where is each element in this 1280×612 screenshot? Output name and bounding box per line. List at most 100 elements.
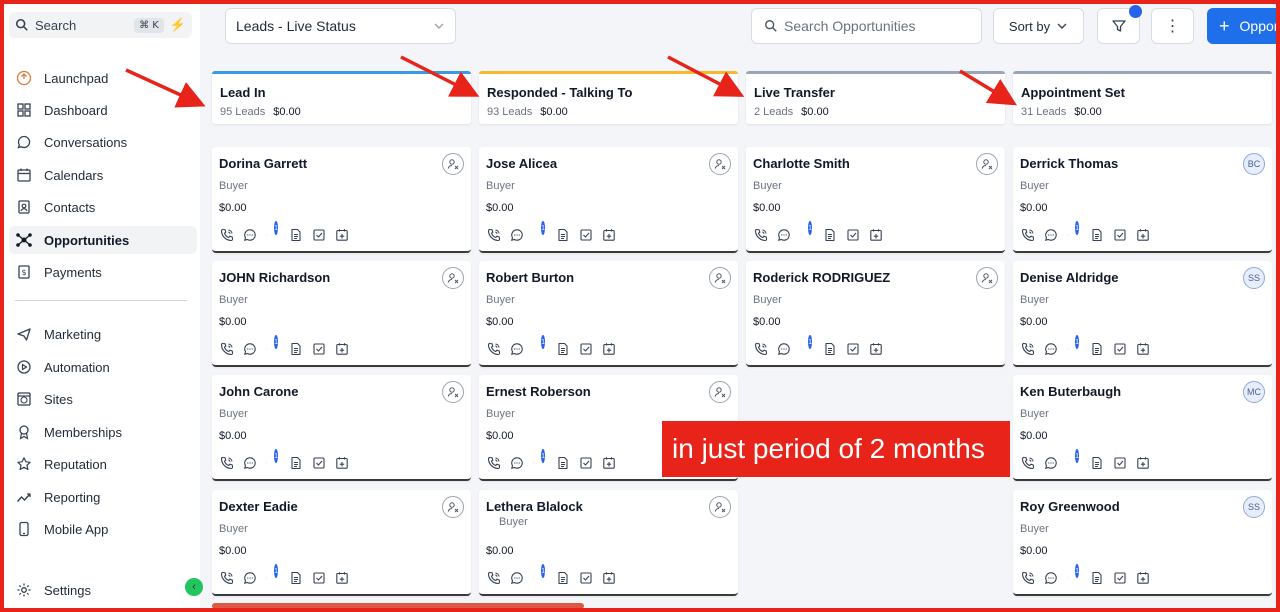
phone-icon[interactable] <box>487 456 501 470</box>
contact-name[interactable]: Charlotte Smith <box>753 156 850 171</box>
contact-name[interactable]: Dorina Garrett <box>219 156 307 171</box>
calendar-add-icon[interactable] <box>869 228 883 242</box>
contact-name[interactable]: Roderick RODRIGUEZ <box>753 270 890 285</box>
message-icon[interactable] <box>243 456 257 470</box>
opportunity-card[interactable]: Roderick RODRIGUEZ Buyer $0.00 1 <box>746 261 1005 367</box>
sidebar-item-sites[interactable]: Sites <box>9 385 197 413</box>
task-icon[interactable] <box>846 228 860 242</box>
calendar-add-icon[interactable] <box>1136 342 1150 356</box>
add-opportunity-button[interactable]: + Oppor <box>1207 8 1280 44</box>
calendar-add-icon[interactable] <box>1136 571 1150 585</box>
stage-header[interactable]: Lead In 95 Leads $0.00 <box>212 71 471 124</box>
message-icon[interactable] <box>510 342 524 356</box>
more-options-button[interactable]: ⋮ <box>1151 8 1194 44</box>
assign-user-icon[interactable] <box>442 267 464 289</box>
tag-icon[interactable]: 1 <box>533 221 547 242</box>
tag-icon[interactable]: 1 <box>533 449 547 470</box>
sidebar-item-dashboard[interactable]: Dashboard <box>9 96 197 124</box>
calendar-add-icon[interactable] <box>1136 228 1150 242</box>
tag-icon[interactable]: 1 <box>266 449 280 470</box>
task-icon[interactable] <box>312 456 326 470</box>
sidebar-item-contacts[interactable]: Contacts <box>9 193 197 221</box>
task-icon[interactable] <box>1113 342 1127 356</box>
note-icon[interactable] <box>1090 571 1104 585</box>
message-icon[interactable] <box>510 228 524 242</box>
opportunity-card[interactable]: Dorina Garrett Buyer $0.00 1 <box>212 147 471 253</box>
horizontal-scrollbar[interactable] <box>212 603 584 609</box>
task-icon[interactable] <box>579 342 593 356</box>
phone-icon[interactable] <box>1021 571 1035 585</box>
tag-icon[interactable]: 1 <box>533 564 547 585</box>
note-icon[interactable] <box>289 456 303 470</box>
assign-user-icon[interactable] <box>709 496 731 518</box>
phone-icon[interactable] <box>220 571 234 585</box>
opportunity-card[interactable]: Charlotte Smith Buyer $0.00 1 <box>746 147 1005 253</box>
sidebar-item-payments[interactable]: $ Payments <box>9 258 197 286</box>
contact-name[interactable]: Roy Greenwood <box>1020 499 1120 514</box>
task-icon[interactable] <box>312 342 326 356</box>
contact-name[interactable]: Robert Burton <box>486 270 574 285</box>
calendar-add-icon[interactable] <box>602 228 616 242</box>
assign-user-icon[interactable] <box>442 381 464 403</box>
message-icon[interactable] <box>243 228 257 242</box>
opportunity-card[interactable]: John Carone Buyer $0.00 1 <box>212 375 471 481</box>
sidebar-item-reputation[interactable]: Reputation <box>9 450 197 478</box>
task-icon[interactable] <box>1113 456 1127 470</box>
task-icon[interactable] <box>312 228 326 242</box>
contact-name[interactable]: Jose Alicea <box>486 156 557 171</box>
message-icon[interactable] <box>243 571 257 585</box>
contact-name[interactable]: JOHN Richardson <box>219 270 330 285</box>
note-icon[interactable] <box>1090 342 1104 356</box>
note-icon[interactable] <box>556 228 570 242</box>
contact-name[interactable]: Denise Aldridge <box>1020 270 1118 285</box>
tag-icon[interactable]: 1 <box>533 335 547 356</box>
pipeline-select[interactable]: Leads - Live Status <box>225 8 456 44</box>
note-icon[interactable] <box>289 342 303 356</box>
note-icon[interactable] <box>1090 228 1104 242</box>
calendar-add-icon[interactable] <box>869 342 883 356</box>
note-icon[interactable] <box>556 571 570 585</box>
opportunity-card[interactable]: Roy Greenwood Buyer $0.00 SS 1 <box>1013 490 1272 596</box>
assign-user-icon[interactable] <box>709 153 731 175</box>
message-icon[interactable] <box>243 342 257 356</box>
assign-user-icon[interactable] <box>442 153 464 175</box>
contact-name[interactable]: Dexter Eadie <box>219 499 298 514</box>
tag-icon[interactable]: 1 <box>266 564 280 585</box>
assign-user-icon[interactable] <box>709 267 731 289</box>
message-icon[interactable] <box>510 456 524 470</box>
sidebar-item-automation[interactable]: Automation <box>9 353 197 381</box>
owner-avatar[interactable]: SS <box>1243 496 1265 518</box>
stage-header[interactable]: Appointment Set 31 Leads $0.00 <box>1013 71 1272 124</box>
opportunity-card[interactable]: Dexter Eadie Buyer $0.00 1 <box>212 490 471 596</box>
sidebar-item-conversations[interactable]: Conversations <box>9 128 197 156</box>
task-icon[interactable] <box>1113 228 1127 242</box>
note-icon[interactable] <box>556 456 570 470</box>
stage-header[interactable]: Responded - Talking To 93 Leads $0.00 <box>479 71 738 124</box>
tag-icon[interactable]: 1 <box>266 335 280 356</box>
message-icon[interactable] <box>1044 456 1058 470</box>
message-icon[interactable] <box>777 228 791 242</box>
opportunity-card[interactable]: Ken Buterbaugh Buyer $0.00 MC 1 <box>1013 375 1272 481</box>
task-icon[interactable] <box>579 456 593 470</box>
message-icon[interactable] <box>1044 342 1058 356</box>
tag-icon[interactable]: 1 <box>1067 221 1081 242</box>
contact-name[interactable]: Lethera Blalock <box>486 499 583 514</box>
calendar-add-icon[interactable] <box>602 342 616 356</box>
assign-user-icon[interactable] <box>976 153 998 175</box>
tag-icon[interactable]: 1 <box>266 221 280 242</box>
sidebar-item-mobile-app[interactable]: Mobile App <box>9 515 197 543</box>
task-icon[interactable] <box>1113 571 1127 585</box>
phone-icon[interactable] <box>220 228 234 242</box>
task-icon[interactable] <box>579 228 593 242</box>
sidebar-item-launchpad[interactable]: Launchpad <box>9 64 197 92</box>
owner-avatar[interactable]: SS <box>1243 267 1265 289</box>
calendar-add-icon[interactable] <box>335 228 349 242</box>
phone-icon[interactable] <box>1021 456 1035 470</box>
calendar-add-icon[interactable] <box>602 456 616 470</box>
task-icon[interactable] <box>312 571 326 585</box>
tag-icon[interactable]: 1 <box>800 335 814 356</box>
opportunity-card[interactable]: Robert Burton Buyer $0.00 1 <box>479 261 738 367</box>
message-icon[interactable] <box>1044 228 1058 242</box>
contact-name[interactable]: John Carone <box>219 384 298 399</box>
tag-icon[interactable]: 1 <box>1067 564 1081 585</box>
